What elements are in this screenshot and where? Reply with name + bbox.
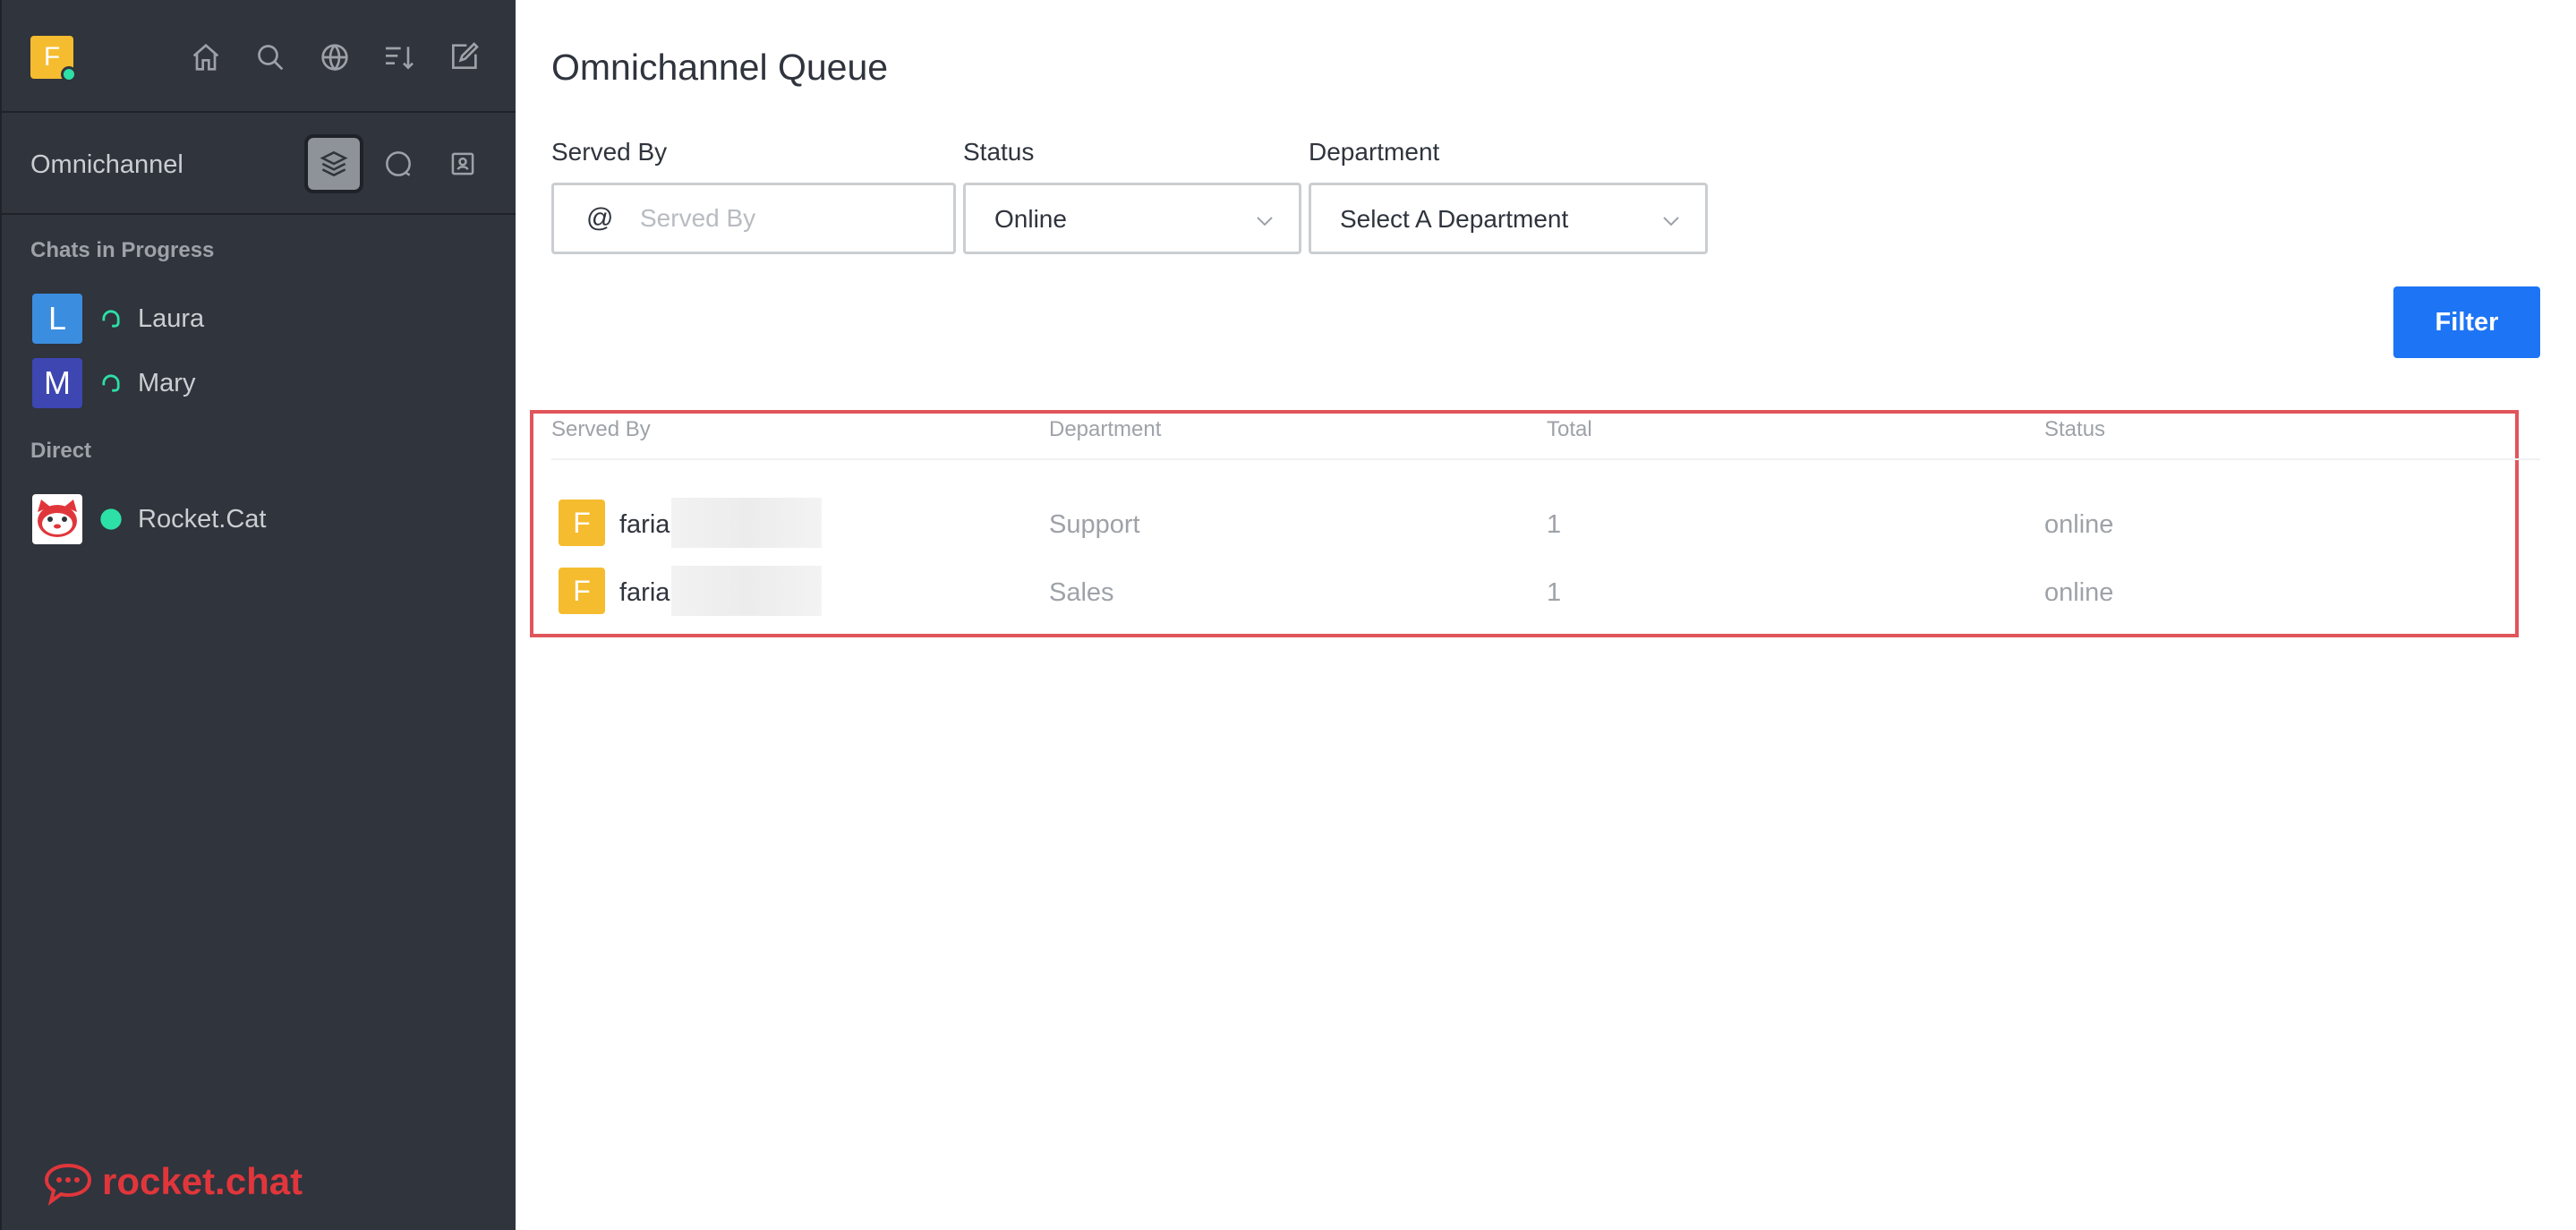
status-cell: online [2044, 578, 2114, 607]
department-cell: Sales [1049, 578, 1114, 607]
table-row[interactable]: F faria Support 1 online [551, 492, 2521, 555]
room-item-laura[interactable]: L Laura [32, 294, 480, 344]
column-header-total[interactable]: Total [1547, 417, 1592, 442]
rocket-chat-logo-icon [44, 1163, 92, 1206]
user-status-dot [61, 66, 77, 82]
chevron-down-icon [1663, 217, 1679, 226]
rocket-chat-logo: rocket.chat [43, 1160, 303, 1210]
queue-icon[interactable] [304, 134, 363, 193]
omnichannel-label: Omnichannel [30, 150, 183, 179]
status-select-value: Online [994, 205, 1067, 233]
served-by-name: faria [619, 578, 670, 607]
chevron-down-icon [1257, 217, 1273, 226]
served-by-name: faria [619, 510, 670, 539]
home-icon[interactable] [188, 39, 224, 75]
avatar: L [32, 294, 82, 344]
department-label: Department [1309, 138, 1440, 166]
department-select[interactable]: Select A Department [1309, 183, 1708, 254]
room-name: Mary [138, 369, 196, 397]
user-avatar-letter: F [43, 42, 61, 72]
served-by-label: Served By [551, 138, 668, 166]
sidebar-header: F [2, 0, 516, 113]
redacted-block [671, 566, 822, 616]
section-direct: Direct [30, 439, 92, 463]
headset-icon [102, 310, 120, 328]
globe-icon[interactable] [317, 39, 353, 75]
page-title: Omnichannel Queue [551, 47, 889, 88]
redacted-block [671, 498, 822, 548]
total-cell: 1 [1547, 510, 1562, 539]
rocket-cat-avatar [32, 494, 82, 544]
column-header-served-by[interactable]: Served By [551, 417, 651, 442]
department-cell: Support [1049, 510, 1140, 539]
chat-icon[interactable] [372, 138, 424, 190]
filter-button[interactable]: Filter [2393, 286, 2540, 358]
search-icon[interactable] [252, 39, 288, 75]
total-cell: 1 [1547, 578, 1562, 607]
main-content: Omnichannel Queue Served By Status Depar… [516, 0, 2576, 1230]
table-divider [551, 458, 2540, 460]
at-icon: @ [586, 203, 614, 233]
served-by-input[interactable] [640, 200, 926, 237]
avatar: F [559, 500, 605, 546]
online-status-icon [100, 508, 122, 530]
status-select[interactable]: Online [963, 183, 1301, 254]
department-select-value: Select A Department [1340, 205, 1569, 233]
room-item-rocket-cat[interactable]: Rocket.Cat [32, 494, 480, 544]
room-name: Rocket.Cat [138, 505, 267, 534]
sort-icon[interactable] [381, 39, 417, 75]
status-cell: online [2044, 510, 2114, 539]
section-chats-in-progress: Chats in Progress [30, 238, 215, 262]
edit-icon[interactable] [446, 39, 482, 75]
column-header-status[interactable]: Status [2044, 417, 2105, 442]
omnichannel-bar: Omnichannel [2, 113, 516, 215]
sidebar: F Omnichannel Chats in Progress L Laura … [0, 0, 516, 1230]
avatar: M [32, 358, 82, 408]
table-row[interactable]: F faria Sales 1 online [551, 560, 2521, 623]
column-header-department[interactable]: Department [1049, 417, 1161, 442]
user-avatar[interactable]: F [30, 36, 77, 82]
rocket-chat-logo-text: rocket.chat [102, 1160, 303, 1202]
status-label: Status [963, 138, 1035, 166]
served-by-field[interactable]: @ [551, 183, 956, 254]
avatar: F [559, 568, 605, 614]
contact-icon[interactable] [437, 138, 489, 190]
room-item-mary[interactable]: M Mary [32, 358, 480, 408]
room-name: Laura [138, 304, 205, 333]
headset-icon [102, 374, 120, 392]
